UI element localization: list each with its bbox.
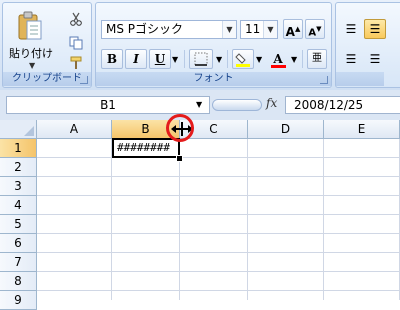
gridline bbox=[37, 271, 400, 272]
formula-bar-resize-handle[interactable] bbox=[212, 99, 262, 111]
formula-bar: B1 ▼ fx 2008/12/25 bbox=[0, 90, 400, 121]
gridline bbox=[179, 139, 180, 300]
font-launcher-icon[interactable] bbox=[320, 76, 328, 84]
gridline bbox=[37, 252, 400, 253]
row-header-7[interactable]: 7 bbox=[0, 253, 37, 272]
formula-input[interactable]: 2008/12/25 bbox=[285, 96, 400, 114]
font-color-dropdown-icon[interactable]: ▼ bbox=[291, 55, 297, 64]
row-header-3[interactable]: 3 bbox=[0, 177, 37, 196]
column-header-a[interactable]: A bbox=[37, 120, 112, 139]
font-group-title: フォント bbox=[96, 72, 331, 86]
format-painter-icon[interactable] bbox=[67, 55, 85, 71]
name-box-dropdown-icon[interactable]: ▼ bbox=[196, 100, 202, 109]
font-group: MS Pゴシック ▼ 11 ▼ A▲ A▼ B I U ▼ ▼ ▼ A ▼ 亜 … bbox=[95, 2, 332, 88]
row-header-6[interactable]: 6 bbox=[0, 234, 37, 253]
align-left-icon: ☰ bbox=[345, 52, 357, 66]
borders-dropdown-icon[interactable]: ▼ bbox=[216, 55, 222, 64]
italic-button[interactable]: I bbox=[125, 49, 147, 69]
grow-font-button[interactable]: A▲ bbox=[283, 19, 303, 39]
row-header-9[interactable]: 9 bbox=[0, 291, 37, 310]
fill-color-button[interactable] bbox=[232, 49, 254, 69]
alignment-group-title bbox=[336, 72, 384, 86]
font-size-value: 11 bbox=[245, 22, 261, 36]
fill-color-dropdown-icon[interactable]: ▼ bbox=[256, 55, 262, 64]
toolbar-separator bbox=[302, 50, 303, 68]
grow-font-label: A bbox=[285, 25, 295, 39]
gridline bbox=[37, 290, 400, 291]
gridline bbox=[247, 139, 248, 300]
shrink-font-label: A bbox=[308, 27, 317, 39]
font-size-select[interactable]: 11 ▼ bbox=[240, 20, 278, 39]
font-color-label: A bbox=[273, 52, 283, 66]
phonetic-guide-button[interactable]: 亜 bbox=[307, 49, 327, 69]
row-header-2[interactable]: 2 bbox=[0, 158, 37, 177]
gridline bbox=[111, 139, 112, 300]
gridline bbox=[37, 176, 400, 177]
row-header-4[interactable]: 4 bbox=[0, 196, 37, 215]
name-box[interactable]: B1 bbox=[6, 96, 210, 114]
paint-bucket-icon bbox=[235, 53, 250, 67]
gridline bbox=[37, 157, 400, 158]
active-cell-value: ######## bbox=[117, 141, 170, 154]
paste-dropdown-icon[interactable]: ▼ bbox=[29, 61, 35, 70]
toolbar-separator bbox=[227, 50, 228, 68]
chevron-down-icon[interactable]: ▼ bbox=[263, 21, 277, 38]
bold-button[interactable]: B bbox=[101, 49, 123, 69]
ribbon: 貼り付け ▼ クリップボード MS Pゴシック ▼ 11 ▼ A▲ A▼ B I… bbox=[0, 0, 400, 91]
clipboard-group-title: クリップボード bbox=[3, 72, 91, 86]
align-top-icon: ☰ bbox=[345, 22, 357, 36]
underline-button[interactable]: U bbox=[149, 49, 171, 69]
paste-icon[interactable] bbox=[17, 11, 43, 41]
align-middle-icon: ☰ bbox=[369, 22, 381, 36]
gridline bbox=[323, 139, 324, 300]
alignment-group: ☰ ☰ ☰ ☰ bbox=[335, 2, 400, 88]
chevron-down-icon[interactable]: ▼ bbox=[222, 21, 236, 38]
row-header-1[interactable]: 1 bbox=[0, 139, 37, 158]
name-box-value: B1 bbox=[100, 98, 116, 112]
shrink-font-button[interactable]: A▼ bbox=[305, 19, 325, 39]
borders-icon bbox=[194, 52, 208, 66]
gridline bbox=[37, 195, 400, 196]
paste-button-label[interactable]: 貼り付け bbox=[9, 45, 53, 61]
align-top-button[interactable]: ☰ bbox=[340, 19, 362, 39]
row-header-5[interactable]: 5 bbox=[0, 215, 37, 234]
copy-icon[interactable] bbox=[67, 35, 85, 51]
align-center-button[interactable]: ☰ bbox=[364, 49, 386, 69]
gridline bbox=[37, 214, 400, 215]
font-name-value: MS Pゴシック bbox=[106, 22, 184, 36]
active-cell-b1[interactable]: ######## bbox=[112, 138, 180, 158]
clipboard-launcher-icon[interactable] bbox=[80, 76, 88, 84]
underline-dropdown-icon[interactable]: ▼ bbox=[172, 55, 178, 64]
worksheet-grid[interactable]: A B C D E 1 2 3 4 5 6 7 8 9 ######## bbox=[0, 114, 400, 310]
align-center-icon: ☰ bbox=[369, 52, 381, 66]
borders-button[interactable] bbox=[189, 49, 213, 69]
align-middle-button[interactable]: ☰ bbox=[364, 19, 386, 39]
select-all-button[interactable] bbox=[0, 120, 37, 139]
fill-handle[interactable] bbox=[176, 155, 183, 162]
clipboard-group: 貼り付け ▼ クリップボード bbox=[2, 2, 92, 88]
insert-function-button[interactable]: fx bbox=[266, 96, 277, 110]
formula-value: 2008/12/25 bbox=[294, 98, 364, 112]
align-left-button[interactable]: ☰ bbox=[340, 49, 362, 69]
font-name-select[interactable]: MS Pゴシック ▼ bbox=[101, 20, 237, 39]
cut-icon[interactable] bbox=[67, 11, 85, 27]
column-header-e[interactable]: E bbox=[324, 120, 400, 139]
annotation-circle bbox=[166, 114, 194, 142]
font-color-button[interactable]: A bbox=[267, 49, 289, 69]
select-all-triangle-icon bbox=[24, 126, 34, 136]
font-color-swatch bbox=[271, 65, 286, 68]
toolbar-separator bbox=[184, 50, 185, 68]
row-header-8[interactable]: 8 bbox=[0, 272, 37, 291]
phonetic-guide-icon: 亜 bbox=[312, 53, 322, 64]
column-header-d[interactable]: D bbox=[248, 120, 324, 139]
gridline bbox=[37, 233, 400, 234]
